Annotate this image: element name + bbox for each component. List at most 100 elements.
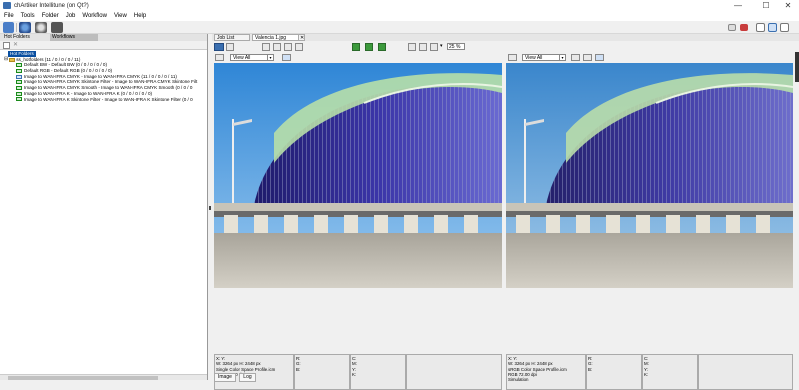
image-icon[interactable] [419, 43, 427, 51]
simulation-view-select[interactable]: View All ▾ [522, 54, 566, 61]
menu-bar: File Tools Folder Job Workflow View Help [0, 11, 799, 21]
tab-file[interactable]: Valencia 1.jpg [252, 34, 300, 41]
tab-workflows[interactable]: Workflows [50, 34, 98, 41]
simulation-view-select-label: View All [525, 55, 543, 61]
list-item-label: Image to WAN-IFRA K Skintone Filter - Im… [24, 96, 193, 102]
remove-icon[interactable]: ✕ [13, 42, 20, 49]
document-tabs: Job List Valencia 1.jpg ✕ [212, 34, 799, 41]
preview-panel: Job List Valencia 1.jpg ✕ ▾ 25 % View Al… [212, 34, 799, 390]
simulation-export-icon[interactable] [595, 54, 604, 61]
alert-icon[interactable] [740, 24, 748, 31]
list-item[interactable]: Image to WAN-IFRA K Skintone Filter - Im… [0, 97, 207, 103]
folder-icon [9, 57, 16, 62]
menu-help[interactable]: Help [134, 13, 146, 19]
simulation-image[interactable] [506, 63, 793, 288]
window-title: chArtiker Intellitune (on Qt?) [14, 2, 89, 9]
tab-job-list[interactable]: Job List [214, 34, 250, 41]
menu-job[interactable]: Job [66, 13, 76, 19]
minimize-button[interactable]: — [727, 0, 749, 11]
tab-log[interactable]: Log [239, 373, 256, 382]
source-export-icon[interactable] [282, 54, 291, 61]
simulation-photo [506, 63, 793, 288]
close-button[interactable]: ✕ [777, 0, 799, 11]
layout-grid-icon[interactable] [780, 23, 789, 32]
printer-icon[interactable] [51, 22, 63, 33]
picker-icon[interactable] [284, 43, 292, 51]
layout-split-icon[interactable] [768, 23, 777, 32]
simulation-pane-toolbar: View All ▾ [506, 52, 795, 62]
source-b: B: [296, 366, 301, 372]
scrollbar-thumb[interactable] [8, 376, 158, 380]
simulation-info-rgb: R: G: B: [586, 354, 642, 390]
tab-close-icon[interactable]: ✕ [298, 34, 305, 41]
chevron-down-icon: ▾ [267, 55, 273, 61]
hotfolder-icon[interactable] [3, 22, 14, 33]
source-info-cmyk: C: M: Y: K: [350, 354, 406, 390]
app-icon [3, 2, 11, 9]
toolbar-separator [16, 23, 17, 32]
simulation-info-size: X: Y: W: 3264 px H: 2448 px sRGB Color S… [506, 354, 586, 390]
maximize-button[interactable]: ☐ [755, 0, 777, 11]
tab-image[interactable]: Image [214, 373, 236, 382]
simulation-compare-icon[interactable] [583, 54, 592, 61]
process-green-icon[interactable] [352, 43, 360, 51]
splitter-handle[interactable] [209, 206, 211, 210]
add-icon[interactable] [3, 42, 10, 49]
source-settings-icon[interactable] [215, 54, 224, 61]
source-view-select-label: View All [233, 55, 251, 61]
simulation-b: B: [588, 366, 593, 372]
simulation-link-icon[interactable] [571, 54, 580, 61]
source-info-size: X: Y: W: 3264 px H: 2448 px Single Color… [214, 354, 294, 390]
title-bar: chArtiker Intellitune (on Qt?) [0, 0, 799, 11]
bottom-tabs: Image Log [214, 373, 258, 382]
layout-single-icon[interactable] [756, 23, 765, 32]
main-toolbar [0, 21, 799, 34]
zoom-field[interactable]: 25 % [447, 43, 465, 50]
rewind-icon[interactable] [214, 43, 224, 51]
menu-folder[interactable]: Folder [42, 13, 59, 19]
process-icon[interactable] [19, 22, 31, 33]
simulation-settings-icon[interactable] [508, 54, 517, 61]
zoom-icon[interactable] [430, 43, 438, 51]
crop-icon[interactable] [273, 43, 281, 51]
simulation-k: K: [644, 371, 649, 377]
check-icon[interactable] [262, 43, 270, 51]
source-image[interactable] [214, 63, 502, 288]
hotfolder-tree: Hot Folders ⊟ ss_hotfolders (11 / 0 / 0 … [0, 50, 207, 102]
source-info-extra [406, 354, 502, 390]
source-info-rgb: R: G: B: [294, 354, 350, 390]
menu-tools[interactable]: Tools [21, 13, 35, 19]
hotfolder-icon [16, 68, 22, 73]
hotfolder-icon [16, 85, 22, 90]
menu-workflow[interactable]: Workflow [82, 13, 107, 19]
hotfolder-icon [16, 63, 22, 68]
hotfolder-icon [16, 80, 22, 85]
left-toolbar: ✕ [0, 41, 207, 50]
chevron-down-icon: ▾ [559, 55, 565, 61]
source-photo [214, 63, 502, 288]
hotfolder-icon [16, 91, 22, 96]
source-view-select[interactable]: View All ▾ [230, 54, 274, 61]
filter-icon[interactable] [728, 24, 736, 31]
process-next-icon[interactable] [365, 43, 373, 51]
tab-hot-folders[interactable]: Hot Folders [2, 34, 47, 41]
simulation-pane: View All ▾ X: Y: W: 3264 px H: 2448 px s… [506, 52, 795, 390]
settings-icon[interactable] [35, 22, 47, 33]
process-all-icon[interactable] [378, 43, 386, 51]
zoom-dropdown-icon[interactable]: ▾ [440, 43, 445, 51]
left-panel: Hot Folders Workflows ✕ Hot Folders ⊟ ss… [0, 34, 208, 380]
forward-icon[interactable] [226, 43, 234, 51]
simulation-info-extra [698, 354, 793, 390]
horizontal-scrollbar[interactable] [0, 374, 207, 380]
hotfolder-icon [16, 97, 22, 102]
source-pane: View All ▾ X: Y: W: 3264 px H: 2448 px S… [212, 52, 502, 390]
eraser-icon[interactable] [295, 43, 303, 51]
preview-toolbar: ▾ 25 % [212, 41, 799, 52]
menu-view[interactable]: View [114, 13, 127, 19]
fit-icon[interactable] [408, 43, 416, 51]
vertical-scrollbar[interactable] [795, 52, 799, 82]
source-k: K: [352, 371, 357, 377]
source-pane-toolbar: View All ▾ [212, 52, 502, 62]
simulation-info-cmyk: C: M: Y: K: [642, 354, 698, 390]
menu-file[interactable]: File [4, 13, 14, 19]
